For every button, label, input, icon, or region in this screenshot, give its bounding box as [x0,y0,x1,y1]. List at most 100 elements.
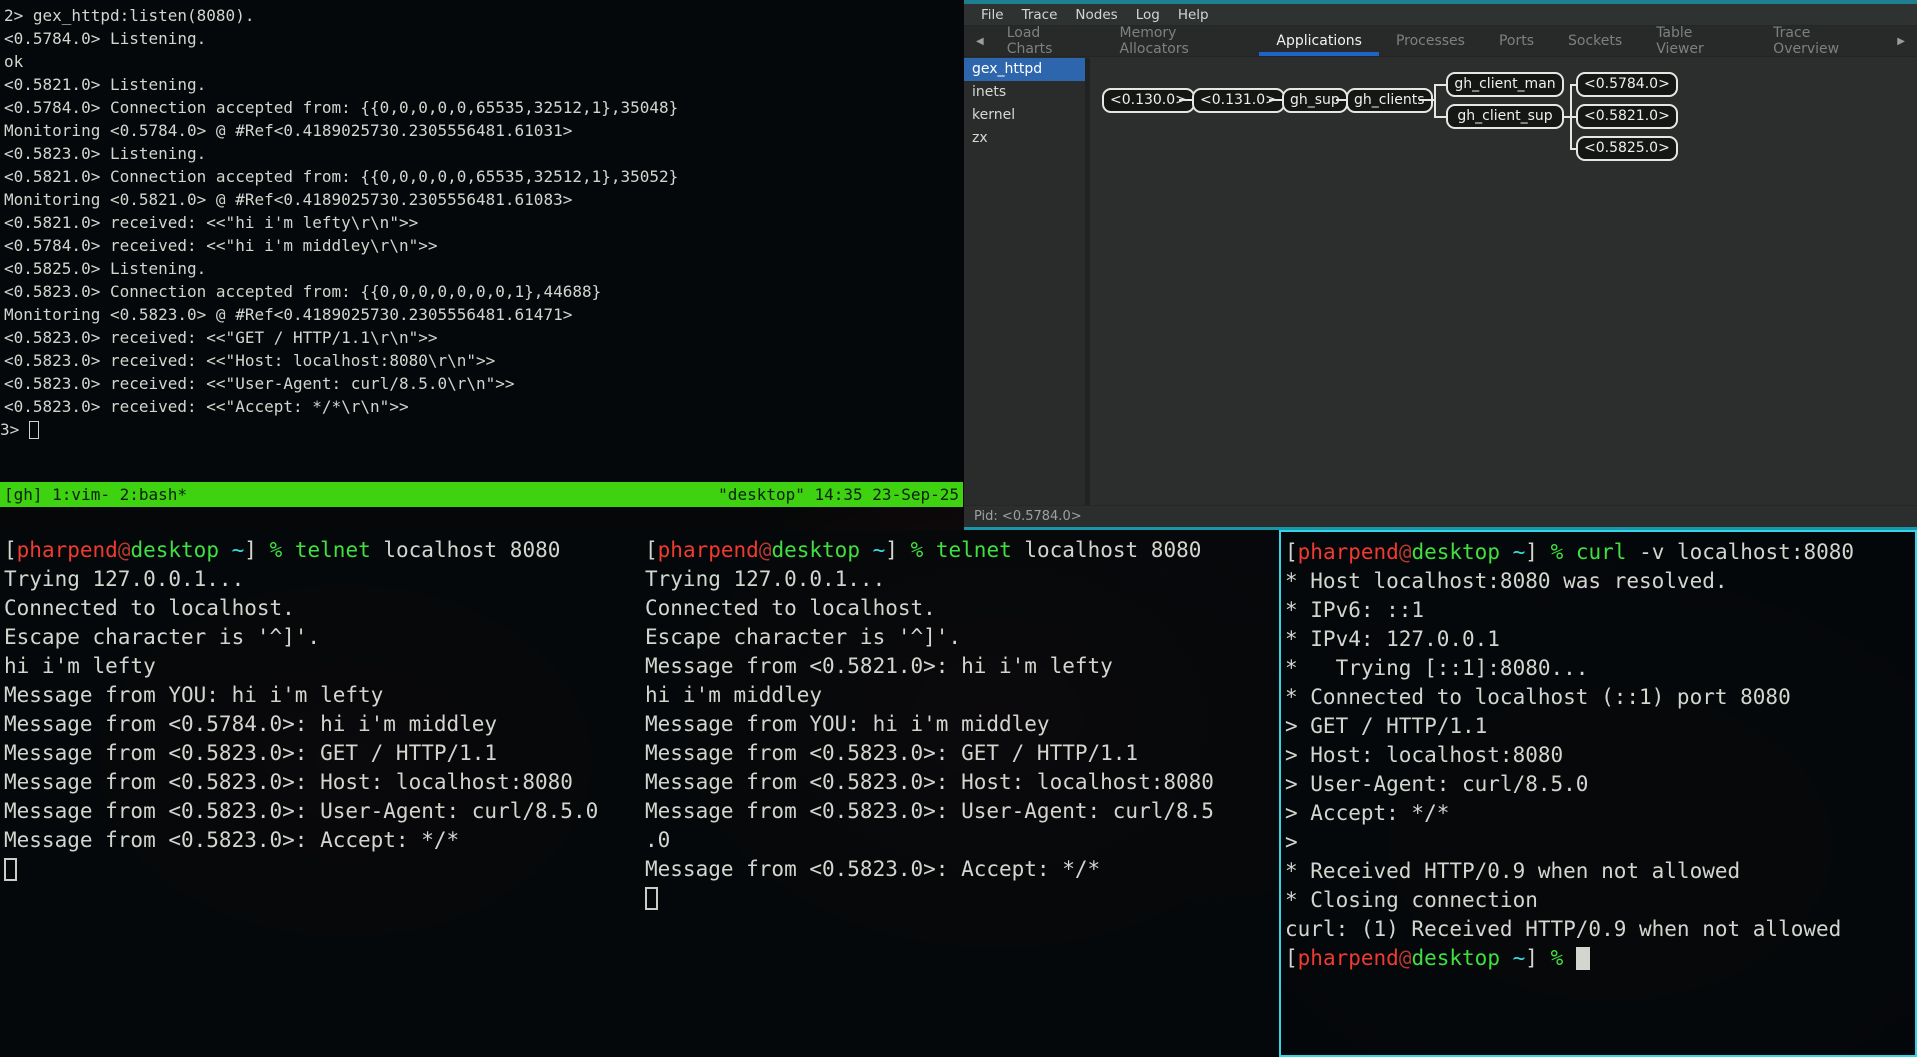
prompt-line: [pharpend@desktop ~] % telnet localhost … [4,536,633,565]
tree-connector [1419,99,1435,101]
terminal-line: > GET / HTTP/1.1 [1285,712,1911,741]
prompt-hostname: desktop [130,538,219,562]
prompt-hostname: desktop [771,538,860,562]
terminal-line: Escape character is '^]'. [645,623,1273,652]
cursor-line [4,855,633,884]
menu-file[interactable]: File [972,7,1013,23]
curl-pane-active[interactable]: [pharpend@desktop ~] % curl -v localhost… [1279,530,1917,1057]
terminal-line: * Closing connection [1285,886,1911,915]
erlang-shell-prompt: 3> [0,418,963,441]
process-node[interactable]: gh_client_sup [1446,104,1564,129]
terminal-line: 2> gex_httpd:listen(8080). [4,4,959,27]
terminal-line: Connected to localhost. [4,594,633,623]
command-args: localhost 8080 [1012,538,1202,562]
menu-nodes[interactable]: Nodes [1066,7,1126,23]
terminal-line: Monitoring <0.5821.0> @ #Ref<0.418902573… [4,188,959,211]
prompt-line: [pharpend@desktop ~] % curl -v localhost… [1285,538,1911,567]
supervision-tree-canvas[interactable]: <0.130.0><0.131.0>gh_supgh_clientsgh_cli… [1090,58,1917,505]
bottom-terminal-window: [pharpend@desktop ~] % telnet localhost … [0,530,1917,1057]
tab-trace-overview[interactable]: Trace Overview [1756,26,1891,56]
observer-applications-view: gex_httpdinetskernelzx <0.130.0><0.131.0… [964,58,1917,505]
app-item-gex_httpd[interactable]: gex_httpd [964,58,1085,81]
menu-help[interactable]: Help [1169,7,1218,23]
prompt-bracket: [ [645,538,658,562]
prompt-bracket: ] [1525,946,1550,970]
terminal-line: <0.5823.0> received: <<"Accept: */*\r\n"… [4,395,959,418]
terminal-line: Message from <0.5823.0>: User-Agent: cur… [4,797,633,826]
terminal-line: .0 [645,826,1273,855]
tab-memory-allocators[interactable]: Memory Allocators [1103,26,1260,56]
prompt-path: ~ [1500,540,1525,564]
terminal-line: <0.5821.0> received: <<"hi i'm lefty\r\n… [4,211,959,234]
erlang-shell-terminal[interactable]: 2> gex_httpd:listen(8080).<0.5784.0> Lis… [0,0,963,507]
terminal-line: <0.5784.0> Connection accepted from: {{0… [4,96,959,119]
terminal-line: <0.5825.0> Listening. [4,257,959,280]
terminal-line: <0.5823.0> received: <<"Host: localhost:… [4,349,959,372]
process-node[interactable]: <0.5825.0> [1576,136,1678,161]
terminal-line: Message from <0.5823.0>: GET / HTTP/1.1 [645,739,1273,768]
prompt-symbol: % [270,538,295,562]
cursor-line [645,884,1273,913]
cursor-line: [pharpend@desktop ~] % [1285,944,1911,973]
shell-prompt-text: 3> [0,420,29,439]
terminal-line: Message from <0.5823.0>: User-Agent: cur… [645,797,1273,826]
process-node[interactable]: <0.5821.0> [1576,104,1678,129]
prompt-username: pharpend [17,538,118,562]
tree-connector [1434,84,1446,86]
tmux-status-bar: [gh] 1:vim- 2:bash* "desktop" 14:35 23-S… [0,482,963,507]
terminal-line: > User-Agent: curl/8.5.0 [1285,770,1911,799]
prompt-symbol: % [1551,540,1576,564]
tree-connector [1434,84,1436,118]
telnet-pane-lefty[interactable]: [pharpend@desktop ~] % telnet localhost … [0,530,637,1057]
tree-connector [1570,84,1576,86]
app-item-kernel[interactable]: kernel [964,104,1085,127]
terminal-line: Trying 127.0.0.1... [645,565,1273,594]
terminal-line: Message from YOU: hi i'm middley [645,710,1273,739]
tab-table-viewer[interactable]: Table Viewer [1639,26,1756,56]
prompt-username: pharpend [1298,540,1399,564]
tmux-session-windows: [gh] 1:vim- 2:bash* [4,482,187,507]
telnet-pane-middley[interactable]: [pharpend@desktop ~] % telnet localhost … [641,530,1277,1057]
terminal-line: Connected to localhost. [645,594,1273,623]
terminal-line: * IPv6: ::1 [1285,596,1911,625]
menu-trace[interactable]: Trace [1013,7,1067,23]
tab-scroll-right-icon[interactable]: ▶ [1891,26,1911,56]
observer-window: FileTraceNodesLogHelp ◀Load ChartsMemory… [964,0,1917,530]
process-node[interactable]: <0.5784.0> [1576,72,1678,97]
terminal-line: Message from <0.5823.0>: Accept: */* [4,826,633,855]
tree-connector [1179,99,1192,101]
tab-load-charts[interactable]: Load Charts [990,26,1103,56]
terminal-line: Escape character is '^]'. [4,623,633,652]
command-name: telnet [936,538,1012,562]
observer-status-text: Pid: <0.5784.0> [974,509,1082,524]
terminal-line: * Trying [::1]:8080... [1285,654,1911,683]
prompt-username: pharpend [1298,946,1399,970]
process-node[interactable]: gh_client_man [1446,72,1564,97]
terminal-line: <0.5784.0> received: <<"hi i'm middley\r… [4,234,959,257]
observer-status-bar: Pid: <0.5784.0> [964,505,1917,527]
tree-connector [1336,99,1346,101]
menu-log[interactable]: Log [1127,7,1169,23]
observer-menubar: FileTraceNodesLogHelp [964,4,1917,26]
prompt-bracket: ] [1525,540,1550,564]
tab-processes[interactable]: Processes [1379,26,1482,56]
terminal-line: Message from <0.5784.0>: hi i'm middley [4,710,633,739]
terminal-line: <0.5823.0> received: <<"User-Agent: curl… [4,372,959,395]
terminal-line: <0.5821.0> Listening. [4,73,959,96]
terminal-line: curl: (1) Received HTTP/0.9 when not all… [1285,915,1911,944]
tab-sockets[interactable]: Sockets [1551,26,1639,56]
tree-connector [1434,116,1446,118]
terminal-line: <0.5784.0> Listening. [4,27,959,50]
prompt-path: ~ [860,538,885,562]
prompt-bracket: ] [244,538,269,562]
app-item-zx[interactable]: zx [964,127,1085,150]
terminal-line: * Host localhost:8080 was resolved. [1285,567,1911,596]
terminal-line: Message from <0.5823.0>: Accept: */* [645,855,1273,884]
applications-list[interactable]: gex_httpdinetskernelzx [964,58,1090,505]
tab-ports[interactable]: Ports [1482,26,1551,56]
tab-applications[interactable]: Applications [1259,26,1379,56]
tree-connector [1269,99,1282,101]
terminal-line: Monitoring <0.5823.0> @ #Ref<0.418902573… [4,303,959,326]
tab-scroll-left-icon[interactable]: ◀ [970,26,990,56]
app-item-inets[interactable]: inets [964,81,1085,104]
